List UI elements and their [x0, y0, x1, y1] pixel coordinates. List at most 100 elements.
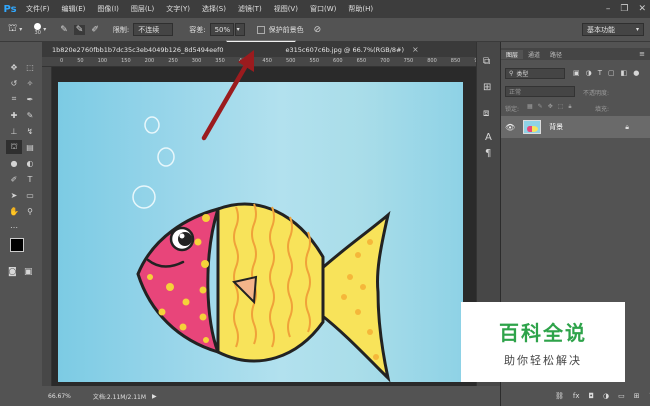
fish-pupil: [178, 232, 192, 246]
paint-bucket-tool-icon[interactable]: ⛫: [6, 140, 22, 154]
layer-lock-icon: 🔒︎: [625, 122, 629, 131]
new-group-icon[interactable]: ▭: [618, 392, 625, 400]
layer-filter-select[interactable]: ⚲ 类型: [505, 68, 565, 79]
protect-checkbox[interactable]: [256, 25, 265, 34]
ruler-tick-label: 800: [427, 58, 437, 64]
close-tab-icon[interactable]: ×: [412, 45, 419, 54]
limit-select[interactable]: 不连续: [133, 23, 174, 36]
lock-all-icon[interactable]: 🔒︎: [568, 103, 571, 111]
blur-tool-icon[interactable]: ●: [6, 156, 22, 170]
type-tool-icon[interactable]: T: [22, 172, 38, 186]
quick-select-tool-icon[interactable]: ✧: [22, 76, 38, 90]
tab-layers[interactable]: 图层: [501, 49, 524, 59]
panel-menu-icon[interactable]: ≡: [639, 50, 645, 58]
paint-bucket-tool-icon[interactable]: ⛫: [8, 23, 17, 36]
more-tools-icon[interactable]: ⋯: [6, 220, 22, 234]
menu-image[interactable]: 图像(I): [91, 4, 125, 14]
adjustments-panel-icon[interactable]: ⊞: [483, 82, 491, 93]
lock-artboard-icon[interactable]: ⬚: [558, 103, 564, 111]
character-panel-icon[interactable]: A: [485, 132, 492, 143]
zoom-level[interactable]: 66.67%: [48, 393, 71, 400]
bubble: [144, 116, 160, 134]
brush-mode-icon[interactable]: ✎: [60, 25, 68, 35]
ruler-tick-label: 200: [144, 58, 155, 64]
menu-file[interactable]: 文件(F): [20, 4, 56, 14]
brush-tool-icon[interactable]: ✎: [22, 108, 38, 122]
menu-filter[interactable]: 滤镜(T): [232, 4, 268, 14]
eyedropper-tool-icon[interactable]: ✒: [22, 92, 38, 106]
pen-tool-icon[interactable]: ✐: [6, 172, 22, 186]
ruler-vertical: [42, 67, 52, 386]
quick-mask-icon[interactable]: ◙: [8, 267, 17, 277]
filter-smart-icon[interactable]: ◧: [621, 69, 628, 77]
crop-tool-icon[interactable]: ⌗: [6, 92, 22, 106]
move-tool-icon[interactable]: ✥: [6, 60, 22, 74]
pressure-icon[interactable]: ⊘: [314, 25, 322, 35]
filter-toggle-icon[interactable]: ●: [633, 69, 639, 77]
brush-mode-alt-icon[interactable]: ✐: [91, 25, 99, 35]
blend-mode-select[interactable]: 正常: [505, 86, 575, 97]
menu-view[interactable]: 视图(V): [268, 4, 304, 14]
shape-tool-icon[interactable]: ▭: [22, 188, 38, 202]
zoom-tool-icon[interactable]: ⚲: [22, 204, 38, 218]
stamp-tool-icon[interactable]: ⊥: [6, 124, 22, 138]
visibility-eye-icon[interactable]: 👁︎: [505, 123, 515, 132]
menu-select[interactable]: 选择(S): [196, 4, 232, 14]
paragraph-panel-icon[interactable]: ¶: [485, 148, 491, 159]
new-layer-icon[interactable]: ⊞: [634, 392, 640, 400]
ruler-tick-label: 250: [168, 58, 178, 64]
ruler-tick-label: 550: [309, 58, 320, 64]
restore-icon[interactable]: ❐: [620, 4, 628, 14]
layer-name[interactable]: 背景: [549, 122, 563, 132]
lock-transparent-icon[interactable]: ▦: [527, 103, 533, 111]
menu-layer[interactable]: 图层(L): [125, 4, 160, 14]
hand-tool-icon[interactable]: ✋: [6, 204, 22, 218]
menu-type[interactable]: 文字(Y): [160, 4, 196, 14]
document-info: 文档:2.11M/2.11M: [92, 393, 147, 401]
lasso-tool-icon[interactable]: ↺: [6, 76, 22, 90]
screen-mode-icon[interactable]: ▣: [24, 267, 33, 277]
tolerance-dropdown[interactable]: ▾: [234, 23, 245, 36]
foreground-color-swatch[interactable]: [10, 238, 24, 252]
brush-chevron-icon[interactable]: ▾: [43, 26, 46, 33]
link-layers-icon[interactable]: ⛓: [555, 392, 564, 400]
ruler-tick-label: 750: [403, 58, 414, 64]
dodge-tool-icon[interactable]: ◐: [22, 156, 38, 170]
history-panel-icon[interactable]: ⧉: [483, 56, 490, 67]
filter-adjustment-icon[interactable]: ◑: [586, 69, 592, 77]
layer-style-icon[interactable]: fx: [573, 392, 580, 400]
filter-type-icon[interactable]: T: [598, 69, 602, 77]
filter-shape-icon[interactable]: ▢: [608, 69, 615, 77]
close-window-icon[interactable]: ✕: [638, 4, 646, 14]
path-select-tool-icon[interactable]: ➤: [6, 188, 22, 202]
brush-mode-active-icon[interactable]: ✎: [73, 24, 86, 35]
adjustment-layer-icon[interactable]: ◑: [603, 392, 609, 400]
tab-channels[interactable]: 通道: [523, 50, 545, 59]
layer-filter-value: 类型: [516, 71, 529, 78]
menu-help[interactable]: 帮助(H): [342, 4, 379, 14]
tab-paths[interactable]: 路径: [545, 50, 567, 59]
gradient-tool-icon[interactable]: ▤: [22, 140, 38, 154]
menu-window[interactable]: 窗口(W): [304, 4, 342, 14]
properties-panel-icon[interactable]: ⧈: [483, 108, 489, 119]
status-arrow-icon[interactable]: ▶: [152, 393, 157, 400]
marquee-tool-icon[interactable]: ⬚: [22, 60, 38, 74]
history-brush-tool-icon[interactable]: ↯: [22, 124, 38, 138]
add-mask-icon[interactable]: ◘: [589, 392, 595, 400]
annotation-arrow: [201, 50, 254, 141]
workspace-select[interactable]: 基本功能 ▾: [582, 23, 644, 36]
lock-image-icon[interactable]: ✎: [538, 103, 543, 111]
tolerance-input[interactable]: 50%: [209, 23, 234, 36]
tool-preset-chevron-icon[interactable]: ▾: [19, 26, 22, 33]
lock-position-icon[interactable]: ✥: [548, 103, 553, 111]
tolerance-chevron-icon: ▾: [236, 26, 240, 33]
minimize-icon[interactable]: –: [606, 4, 611, 14]
document-tab-title-suffix[interactable]: e315c607c6b.jpg @ 66.7%(RGB/8#): [286, 46, 404, 54]
layer-row[interactable]: 👁︎ 背景 🔒︎: [501, 116, 650, 138]
layer-filter-icons: ▣ ◑ T ▢ ◧ ●: [573, 69, 639, 77]
menu-edit[interactable]: 编辑(E): [56, 4, 92, 14]
healing-tool-icon[interactable]: ✚: [6, 108, 22, 122]
brush-preset-picker[interactable]: 30: [34, 23, 42, 36]
ruler-tick-label: 50: [77, 58, 84, 64]
filter-pixel-icon[interactable]: ▣: [573, 69, 580, 77]
